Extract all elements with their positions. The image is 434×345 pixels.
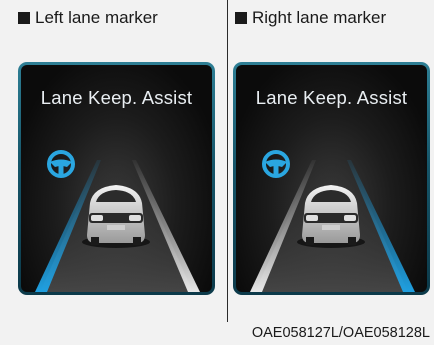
display-screen: Lane Keep. Assist <box>21 65 212 292</box>
steering-wheel-icon <box>47 150 75 178</box>
bullet-square-icon <box>235 12 247 24</box>
display-screen: Lane Keep. Assist <box>236 65 427 292</box>
center-divider <box>227 0 228 322</box>
steering-wheel-icon <box>262 150 290 178</box>
caption-left-lane-marker: Left lane marker <box>18 8 158 28</box>
panel-title: Lane Keep. Assist <box>255 87 408 108</box>
caption-right-text: Right lane marker <box>252 8 387 27</box>
bullet-square-icon <box>18 12 30 24</box>
caption-left-text: Left lane marker <box>35 8 158 27</box>
figure-code: OAE058127L/OAE058128L <box>251 325 430 341</box>
panel-title: Lane Keep. Assist <box>40 87 193 108</box>
cluster-display-left: Lane Keep. Assist <box>18 62 215 295</box>
cluster-display-right: Lane Keep. Assist <box>233 62 430 295</box>
caption-right-lane-marker: Right lane marker <box>235 8 386 28</box>
lane-marker-illustration: Left lane marker Right lane marker Lane … <box>0 0 434 345</box>
